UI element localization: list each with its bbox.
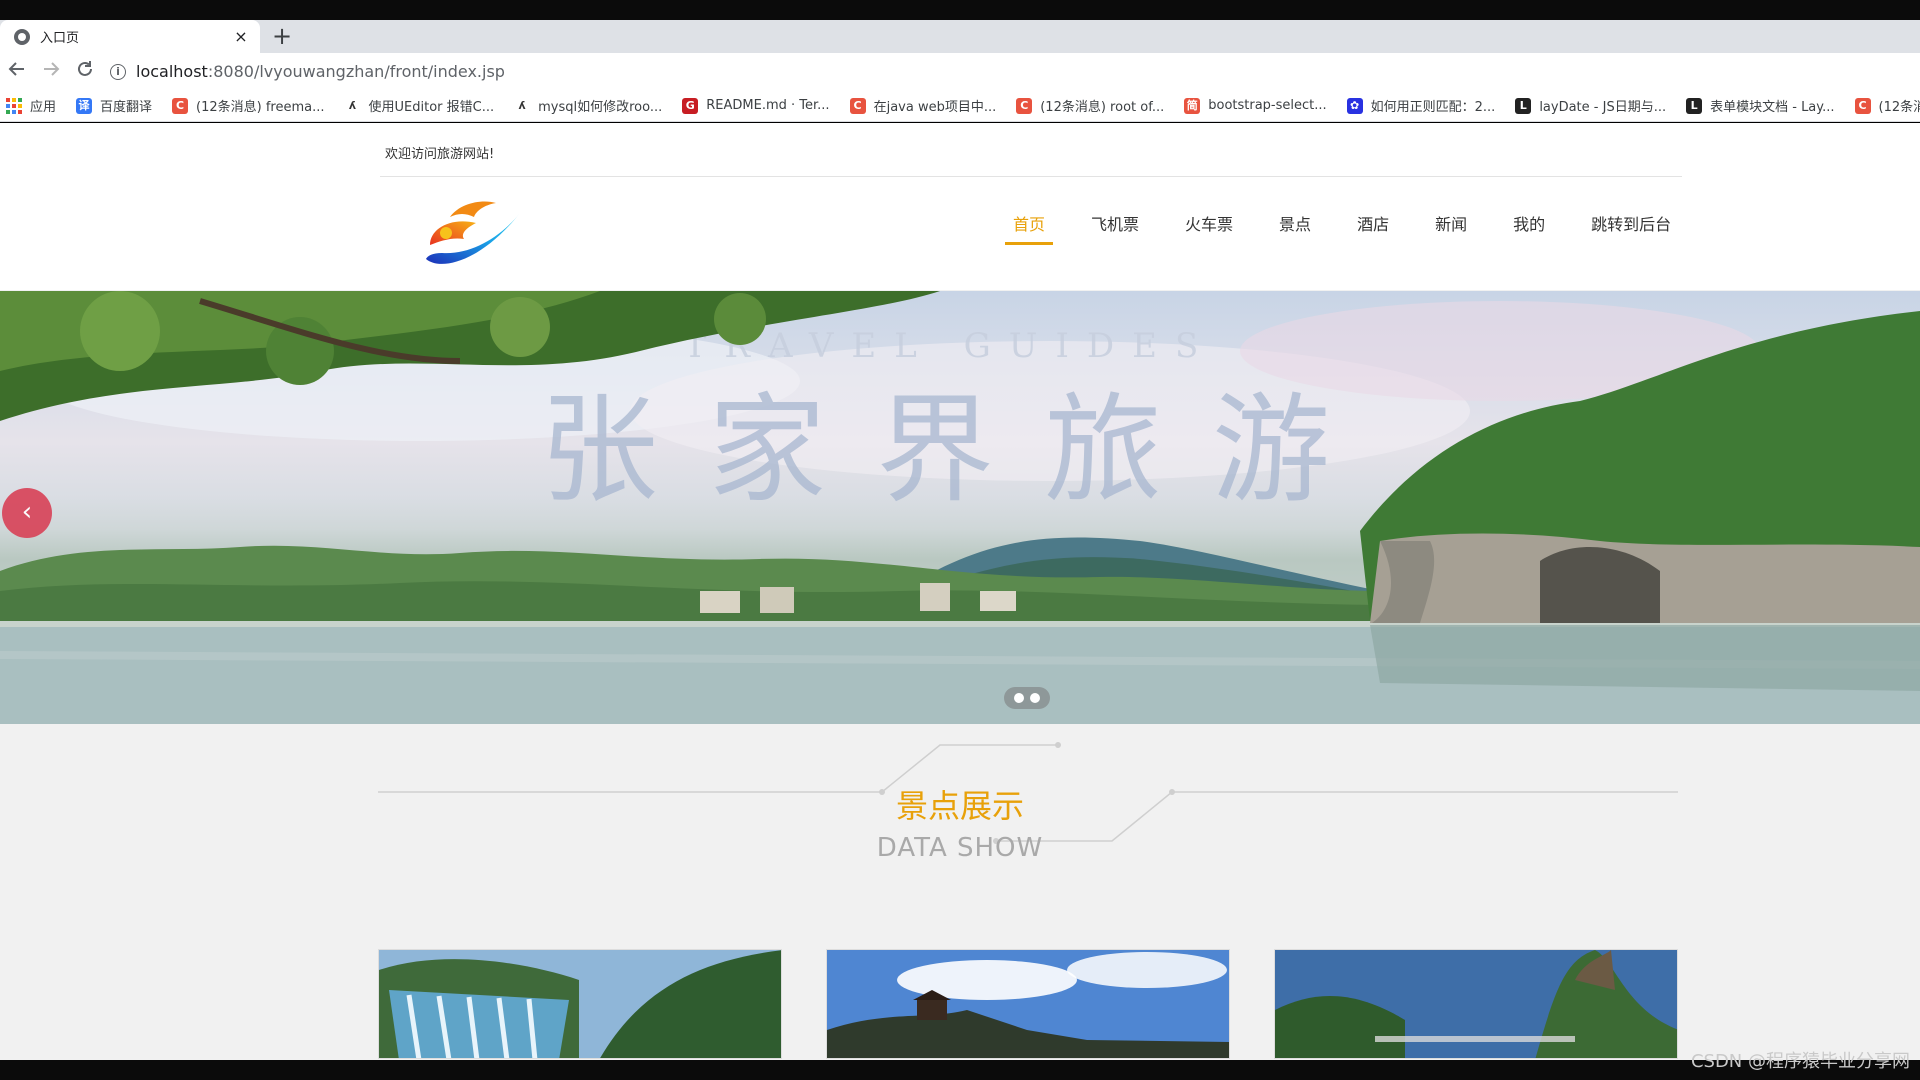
nav-item[interactable]: 跳转到后台 — [1583, 205, 1679, 243]
bookmark-label: 在java web项目中... — [873, 100, 997, 115]
url-text: localhost:8080/lvyouwangzhan/front/index… — [136, 62, 505, 81]
bookmark-item[interactable]: 应用 — [6, 96, 56, 115]
globe-icon — [14, 28, 30, 45]
layui-icon: L — [1686, 97, 1703, 114]
section-title: 景点展示 — [895, 787, 1024, 825]
csdn-icon: C — [849, 97, 866, 114]
bookmark-item[interactable]: L 表单模块文档 - Lay... — [1686, 96, 1835, 115]
bookmark-label: (12条消息) root of... — [1040, 100, 1165, 115]
nav-item[interactable]: 飞机票 — [1083, 205, 1147, 243]
bookmark-label: layDate - JS日期与... — [1539, 100, 1667, 115]
bookmark-label: 表单模块文档 - Lay... — [1710, 100, 1835, 115]
nav-item[interactable]: 景点 — [1271, 205, 1319, 243]
close-tab-icon[interactable]: × — [232, 27, 250, 46]
csdn-icon: C — [1854, 97, 1871, 114]
nav-item[interactable]: 火车票 — [1177, 205, 1241, 243]
reload-icon[interactable] — [68, 53, 102, 90]
doc-icon: 简 — [1184, 97, 1201, 114]
bookmark-item[interactable]: G README.md · Ter... — [682, 97, 830, 114]
screen-bottom-bar — [0, 1060, 1920, 1080]
baidu-translate-icon: 译 — [76, 97, 93, 114]
banner-pagination — [1004, 687, 1050, 709]
gitee-icon: G — [682, 97, 699, 114]
bookmark-label: 百度翻译 — [100, 100, 153, 115]
nav-item[interactable]: 首页 — [1005, 205, 1054, 245]
bookmark-label: (12条消 — [1878, 100, 1920, 115]
forward-arrow-icon[interactable] — [34, 53, 68, 90]
tab-title: 入口页 — [40, 31, 80, 46]
bookmark-label: 应用 — [30, 100, 57, 115]
banner-subtitle-overlay: TRAVEL GUIDES — [684, 326, 1217, 366]
welcome-text: 欢迎访问旅游网站! — [385, 147, 495, 162]
csdn-icon: C — [172, 97, 189, 114]
blog-icon: ʎ — [514, 97, 531, 114]
site-logo[interactable] — [420, 193, 530, 273]
watermark-text: CSDN @程序猿毕业分享网 — [1690, 1051, 1910, 1072]
bookmark-item[interactable]: ʎ 使用UEditor 报错C... — [344, 96, 495, 115]
browser-tab[interactable]: 入口页 × — [0, 20, 260, 53]
bookmark-item[interactable]: C 在java web项目中... — [849, 96, 997, 115]
main-navigation: 首页 飞机票 火车票 景点 酒店 新闻 我的 跳转到后台 — [990, 205, 1694, 245]
baidu-paw-icon: ✿ — [1346, 97, 1363, 114]
bookmark-label: 使用UEditor 报错C... — [368, 100, 495, 115]
bookmark-item[interactable]: C (12条消 — [1854, 96, 1920, 115]
banner-dot[interactable] — [1014, 693, 1024, 703]
bookmark-label: mysql如何修改roo... — [538, 100, 663, 115]
banner-dot[interactable] — [1030, 693, 1040, 703]
bookmark-item[interactable]: ʎ mysql如何修改roo... — [514, 96, 662, 115]
csdn-icon: C — [1016, 97, 1033, 114]
attraction-card-image[interactable] — [1274, 949, 1678, 1059]
bookmark-label: 如何用正则匹配：2... — [1370, 100, 1496, 115]
hero-banner: TRAVEL GUIDES 张家界旅游 ‹ — [0, 291, 1920, 724]
banner-prev-button[interactable]: ‹ — [2, 488, 52, 538]
site-header: 欢迎访问旅游网站! 首页 飞机票 火车票 景点 酒店 新闻 我的 跳转到后台 — [0, 123, 1920, 290]
banner-landscape-image: TRAVEL GUIDES 张家界旅游 — [0, 291, 1920, 724]
apps-icon — [6, 97, 22, 114]
address-bar[interactable]: i localhost:8080/lvyouwangzhan/front/ind… — [110, 57, 1910, 86]
tab-strip: 入口页 × + — [0, 20, 1920, 53]
bookmarks-bar: 应用 译百度翻译 C (12条消息) freema... ʎ 使用UEditor 报错C.… — [0, 90, 1920, 122]
new-tab-button[interactable]: + — [272, 23, 292, 49]
attraction-card-image[interactable] — [378, 949, 782, 1059]
header-divider — [380, 176, 1682, 177]
bookmark-label: README.md · Ter... — [706, 98, 830, 113]
bookmark-label: (12条消息) freema... — [196, 100, 325, 115]
blog-icon: ʎ — [344, 97, 361, 114]
attraction-card-image[interactable] — [826, 949, 1230, 1059]
section-subtitle: DATA SHOW — [876, 833, 1044, 863]
bookmark-item[interactable]: 译百度翻译 — [76, 96, 152, 115]
layui-icon: L — [1515, 97, 1532, 114]
bookmark-label: bootstrap-select... — [1208, 98, 1327, 113]
bookmark-item[interactable]: C (12条消息) root of... — [1016, 96, 1164, 115]
banner-title-overlay: 张家界旅游 — [540, 381, 1380, 519]
back-arrow-icon[interactable] — [0, 53, 34, 90]
nav-item[interactable]: 我的 — [1505, 205, 1553, 243]
nav-item[interactable]: 新闻 — [1427, 205, 1475, 243]
browser-toolbar: i localhost:8080/lvyouwangzhan/front/ind… — [0, 53, 1920, 90]
window-title-bar — [0, 0, 1920, 20]
page-viewport: 欢迎访问旅游网站! 首页 飞机票 火车票 景点 酒店 新闻 我的 跳转到后台 T… — [0, 123, 1920, 1060]
bookmark-item[interactable]: LlayDate - JS日期与... — [1515, 96, 1666, 115]
bookmark-item[interactable]: ✿ 如何用正则匹配：2... — [1346, 96, 1496, 115]
bookmark-item[interactable]: 简 bootstrap-select... — [1184, 97, 1327, 114]
bookmark-item[interactable]: C (12条消息) freema... — [172, 96, 325, 115]
site-info-icon[interactable]: i — [110, 63, 126, 80]
nav-item[interactable]: 酒店 — [1349, 205, 1397, 243]
